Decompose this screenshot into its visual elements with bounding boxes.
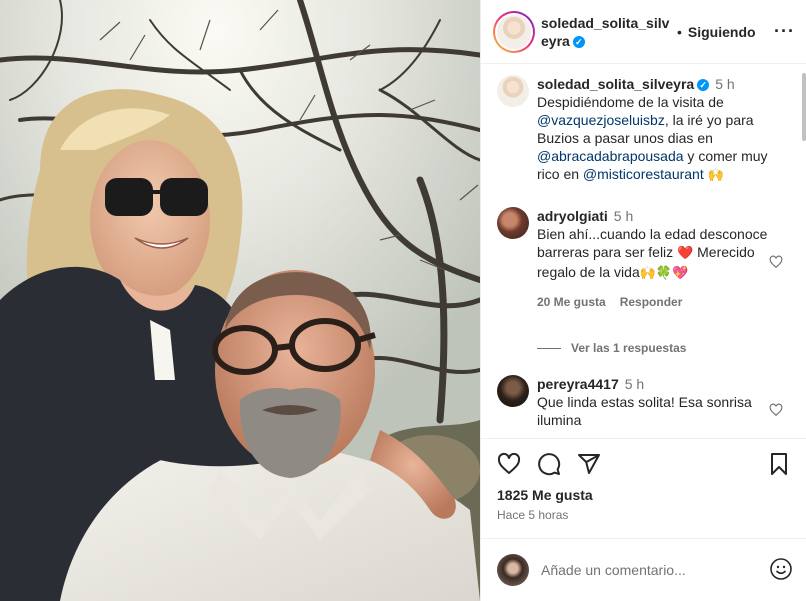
author-avatar-image — [497, 14, 531, 49]
comment-likes[interactable]: 20 Me gusta — [537, 295, 606, 309]
author-avatar[interactable] — [493, 10, 535, 53]
comment: adryolgiati 5 h Bien ahí...cuando la edad… — [497, 207, 773, 311]
action-bar — [481, 452, 806, 482]
comment-like-heart-icon[interactable] — [769, 255, 783, 269]
post-photo[interactable] — [0, 0, 480, 601]
view-replies-button[interactable]: Ver las 1 respuestas — [537, 341, 686, 355]
post-side-panel: soledad_solita_silveyra ✓ • Siguiendo ···… — [480, 0, 806, 601]
likes-count[interactable]: 1825 Me gusta — [497, 487, 593, 503]
add-comment-bar — [481, 538, 806, 601]
comment-meta: 20 Me gusta Responder — [537, 293, 773, 311]
reply-button[interactable]: Responder — [620, 295, 683, 309]
heart-icon[interactable] — [497, 452, 521, 476]
bookmark-icon[interactable] — [767, 452, 791, 476]
comment-time[interactable]: 5 h — [625, 376, 644, 392]
current-user-avatar — [497, 554, 529, 586]
mention-link[interactable]: @misticorestaurant — [583, 166, 704, 182]
caption: soledad_solita_silveyra ✓ 5 h Despidiéndom… — [497, 75, 773, 185]
commenter-avatar[interactable] — [497, 375, 529, 407]
caption-avatar[interactable] — [497, 75, 529, 107]
comment-time[interactable]: 5 h — [614, 208, 633, 224]
author-username[interactable]: soledad_solita_silveyra ✓ — [541, 14, 673, 50]
instagram-post: soledad_solita_silveyra ✓ • Siguiendo ···… — [0, 0, 806, 601]
commenter-username[interactable]: pereyra4417 — [537, 376, 619, 392]
caption-time[interactable]: 5 h — [715, 76, 734, 92]
mention-link[interactable]: @vazquezjoseluisbz — [537, 112, 665, 128]
post-timestamp: Hace 5 horas — [497, 508, 569, 522]
mention-link[interactable]: @abracadabrapousada — [537, 148, 684, 164]
replies-line — [537, 347, 561, 349]
verified-badge-icon: ✓ — [697, 79, 710, 91]
selfie-image — [0, 0, 480, 601]
caption-username[interactable]: soledad_solita_silveyra — [537, 76, 694, 92]
add-comment-input[interactable] — [541, 562, 751, 578]
raising-hands-emoji: 🙌 — [707, 168, 724, 183]
comment-icon[interactable] — [537, 452, 561, 476]
emoji-group: 🙌🍀💖 — [639, 266, 689, 281]
red-heart-emoji: ❤️ — [677, 246, 694, 261]
verified-badge-icon: ✓ — [572, 35, 585, 48]
commenter-avatar[interactable] — [497, 207, 529, 239]
commenter-username[interactable]: adryolgiati — [537, 208, 608, 224]
comment: pereyra4417 5 h Que linda estas solita! E… — [497, 375, 773, 429]
comment-text: Que linda estas solita! Esa sonrisa ilum… — [537, 394, 752, 428]
post-header: soledad_solita_silveyra ✓ • Siguiendo ··· — [481, 0, 806, 64]
send-icon[interactable] — [577, 452, 601, 476]
following-button[interactable]: Siguiendo — [688, 24, 756, 40]
header-separator: • — [677, 23, 682, 40]
comment-like-heart-icon[interactable] — [769, 403, 783, 417]
comments-section[interactable]: soledad_solita_silveyra ✓ 5 h Despidiéndom… — [481, 65, 806, 439]
more-options-icon[interactable]: ··· — [774, 22, 795, 40]
scrollbar-thumb[interactable] — [802, 73, 806, 141]
comments-scrollbar[interactable] — [801, 65, 806, 438]
smiley-icon[interactable] — [769, 557, 793, 581]
caption-text: Despidiéndome de la visita de — [537, 94, 724, 110]
